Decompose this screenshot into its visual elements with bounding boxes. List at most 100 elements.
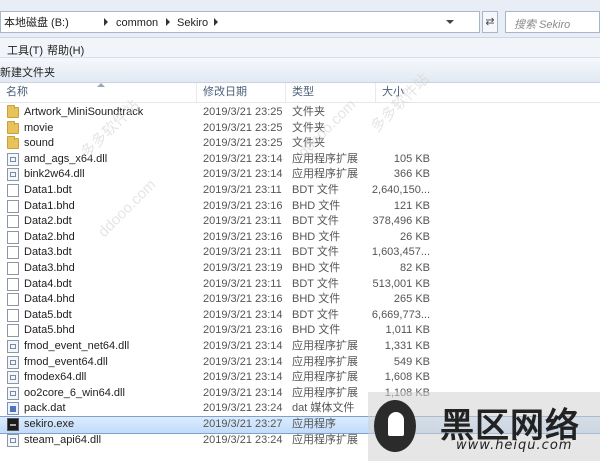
file-type: BHD 文件 <box>292 262 341 274</box>
file-modified: 2019/3/21 23:24 <box>203 433 283 446</box>
file-row[interactable]: fmodex64.dll 2019/3/21 23:14 应用程序扩展 1,608 K… <box>0 370 600 386</box>
file-size: 265 KB <box>393 293 430 306</box>
breadcrumb-separator-icon[interactable] <box>166 18 170 26</box>
file-modified: 2019/3/21 23:14 <box>203 340 283 352</box>
file-modified: 2019/3/21 23:16 <box>203 293 283 306</box>
file-name: bink2w64.dll <box>24 168 85 181</box>
file-type: BDT 文件 <box>292 215 339 228</box>
file-type: 应用程序扩展 <box>292 386 358 399</box>
file-type: 应用程序 <box>292 418 336 430</box>
file-icon <box>7 262 19 275</box>
file-name: Data1.bdt <box>24 184 72 196</box>
file-modified: 2019/3/21 23:14 <box>203 168 283 181</box>
file-type: BHD 文件 <box>292 199 341 212</box>
file-row[interactable]: Data3.bhd 2019/3/21 23:19 BHD 文件 82 KB <box>0 261 600 277</box>
file-icon <box>7 277 19 291</box>
menu-tools[interactable]: 工具(T) <box>7 42 43 58</box>
file-name: Data1.bhd <box>24 199 75 212</box>
file-type: BHD 文件 <box>292 230 341 243</box>
file-size: 26 KB <box>400 230 430 243</box>
file-modified: 2019/3/21 23:11 <box>203 277 282 290</box>
file-modified: 2019/3/21 23:27 <box>203 418 283 430</box>
search-input[interactable]: 搜索 Sekiro <box>505 11 600 33</box>
file-icon <box>7 324 19 338</box>
file-modified: 2019/3/21 23:25 <box>203 121 283 134</box>
column-header: 名称 修改日期 类型 大小 <box>0 83 600 103</box>
refresh-button[interactable]: ⇄ <box>482 11 498 33</box>
column-modified[interactable]: 修改日期 <box>197 83 286 102</box>
file-name: pack.dat <box>24 402 66 415</box>
heiqu-logo: 黑区网络 www.heiqu.com <box>368 392 600 461</box>
file-icon <box>7 215 19 229</box>
file-modified: 2019/3/21 23:14 <box>203 371 283 384</box>
dll-icon <box>7 371 19 385</box>
file-row[interactable]: Data5.bhd 2019/3/21 23:16 BHD 文件 1,011 KB <box>0 323 600 339</box>
file-type: BHD 文件 <box>292 324 341 337</box>
pack-icon <box>7 402 19 416</box>
folder-icon <box>7 136 19 150</box>
file-name: Data4.bdt <box>24 277 72 290</box>
file-modified: 2019/3/21 23:14 <box>203 355 283 368</box>
address-bar[interactable]: 本地磁盘 (B:) common Sekiro <box>0 11 480 33</box>
dll-icon <box>7 355 19 369</box>
file-row[interactable]: Data1.bdt 2019/3/21 23:11 BDT 文件 2,640,150.… <box>0 183 600 199</box>
file-name: movie <box>24 121 54 134</box>
file-row[interactable]: bink2w64.dll 2019/3/21 23:14 应用程序扩展 366 KB <box>0 167 600 183</box>
file-size: 1,603,457... <box>371 246 430 259</box>
file-icon <box>7 199 19 213</box>
file-row[interactable]: Data3.bdt 2019/3/21 23:11 BDT 文件 1,603,457.… <box>0 245 600 261</box>
file-modified: 2019/3/21 23:11 <box>203 246 282 259</box>
file-row[interactable]: Data4.bhd 2019/3/21 23:16 BHD 文件 265 KB <box>0 292 600 308</box>
sort-ascending-icon <box>97 83 105 87</box>
dll-icon <box>7 168 19 182</box>
new-folder-button[interactable]: 新建文件夹 <box>0 64 55 80</box>
file-size: 366 KB <box>393 168 430 181</box>
file-name: Data3.bhd <box>24 262 75 274</box>
file-row[interactable]: Data1.bhd 2019/3/21 23:16 BHD 文件 121 KB <box>0 199 600 215</box>
menu-help[interactable]: 帮助(H) <box>47 42 84 58</box>
file-name: Data4.bhd <box>24 293 75 306</box>
dll-icon <box>7 340 19 353</box>
file-type: BDT 文件 <box>292 277 339 290</box>
file-name: Data5.bhd <box>24 324 75 337</box>
address-dropdown-icon[interactable] <box>446 20 454 24</box>
file-icon <box>7 308 19 322</box>
file-type: 文件夹 <box>292 106 325 118</box>
file-modified: 2019/3/21 23:14 <box>203 386 283 399</box>
file-type: BDT 文件 <box>292 184 339 196</box>
exe-icon <box>7 418 19 431</box>
file-row[interactable]: fmod_event64.dll 2019/3/21 23:14 应用程序扩展 549… <box>0 355 600 371</box>
file-row[interactable]: fmod_event_net64.dll 2019/3/21 23:14 应用程序扩… <box>0 339 600 355</box>
file-size: 1,608 KB <box>384 371 430 384</box>
breadcrumb-separator-icon[interactable] <box>214 18 218 26</box>
breadcrumb-common[interactable]: common <box>116 17 158 29</box>
breadcrumb-drive[interactable]: 本地磁盘 (B:) <box>4 17 69 29</box>
file-icon <box>7 246 19 260</box>
file-size: 378,496 KB <box>372 215 431 228</box>
file-name: Data3.bdt <box>24 246 72 259</box>
file-row[interactable]: Data4.bdt 2019/3/21 23:11 BDT 文件 513,001 KB <box>0 277 600 293</box>
breadcrumb-sekiro[interactable]: Sekiro <box>177 17 208 29</box>
heiqu-logo-icon <box>374 400 416 452</box>
file-row[interactable]: Artwork_MiniSoundtrack 2019/3/21 23:25 文件夹 <box>0 105 600 121</box>
file-type: BDT 文件 <box>292 308 339 321</box>
file-row[interactable]: Data2.bhd 2019/3/21 23:16 BHD 文件 26 KB <box>0 230 600 246</box>
file-size: 1,011 KB <box>385 324 430 337</box>
file-name: Data5.bdt <box>24 308 72 321</box>
file-name: Data2.bhd <box>24 230 75 243</box>
file-row[interactable]: Data5.bdt 2019/3/21 23:14 BDT 文件 6,669,773.… <box>0 308 600 324</box>
column-type[interactable]: 类型 <box>286 83 376 102</box>
file-icon <box>7 230 19 244</box>
file-size: 6,669,773... <box>371 308 430 321</box>
breadcrumb-separator-icon[interactable] <box>104 18 108 26</box>
file-modified: 2019/3/21 23:16 <box>203 199 283 212</box>
file-name: fmod_event_net64.dll <box>24 340 130 352</box>
file-size: 121 KB <box>393 199 430 212</box>
file-type: 应用程序扩展 <box>292 340 358 352</box>
file-name: sound <box>24 137 54 150</box>
file-size: 2,640,150... <box>371 184 430 196</box>
search-placeholder: 搜索 Sekiro <box>514 19 571 31</box>
file-row[interactable]: Data2.bdt 2019/3/21 23:11 BDT 文件 378,496 KB <box>0 214 600 230</box>
file-modified: 2019/3/21 23:25 <box>203 137 283 150</box>
file-size: 105 KB <box>393 152 430 165</box>
